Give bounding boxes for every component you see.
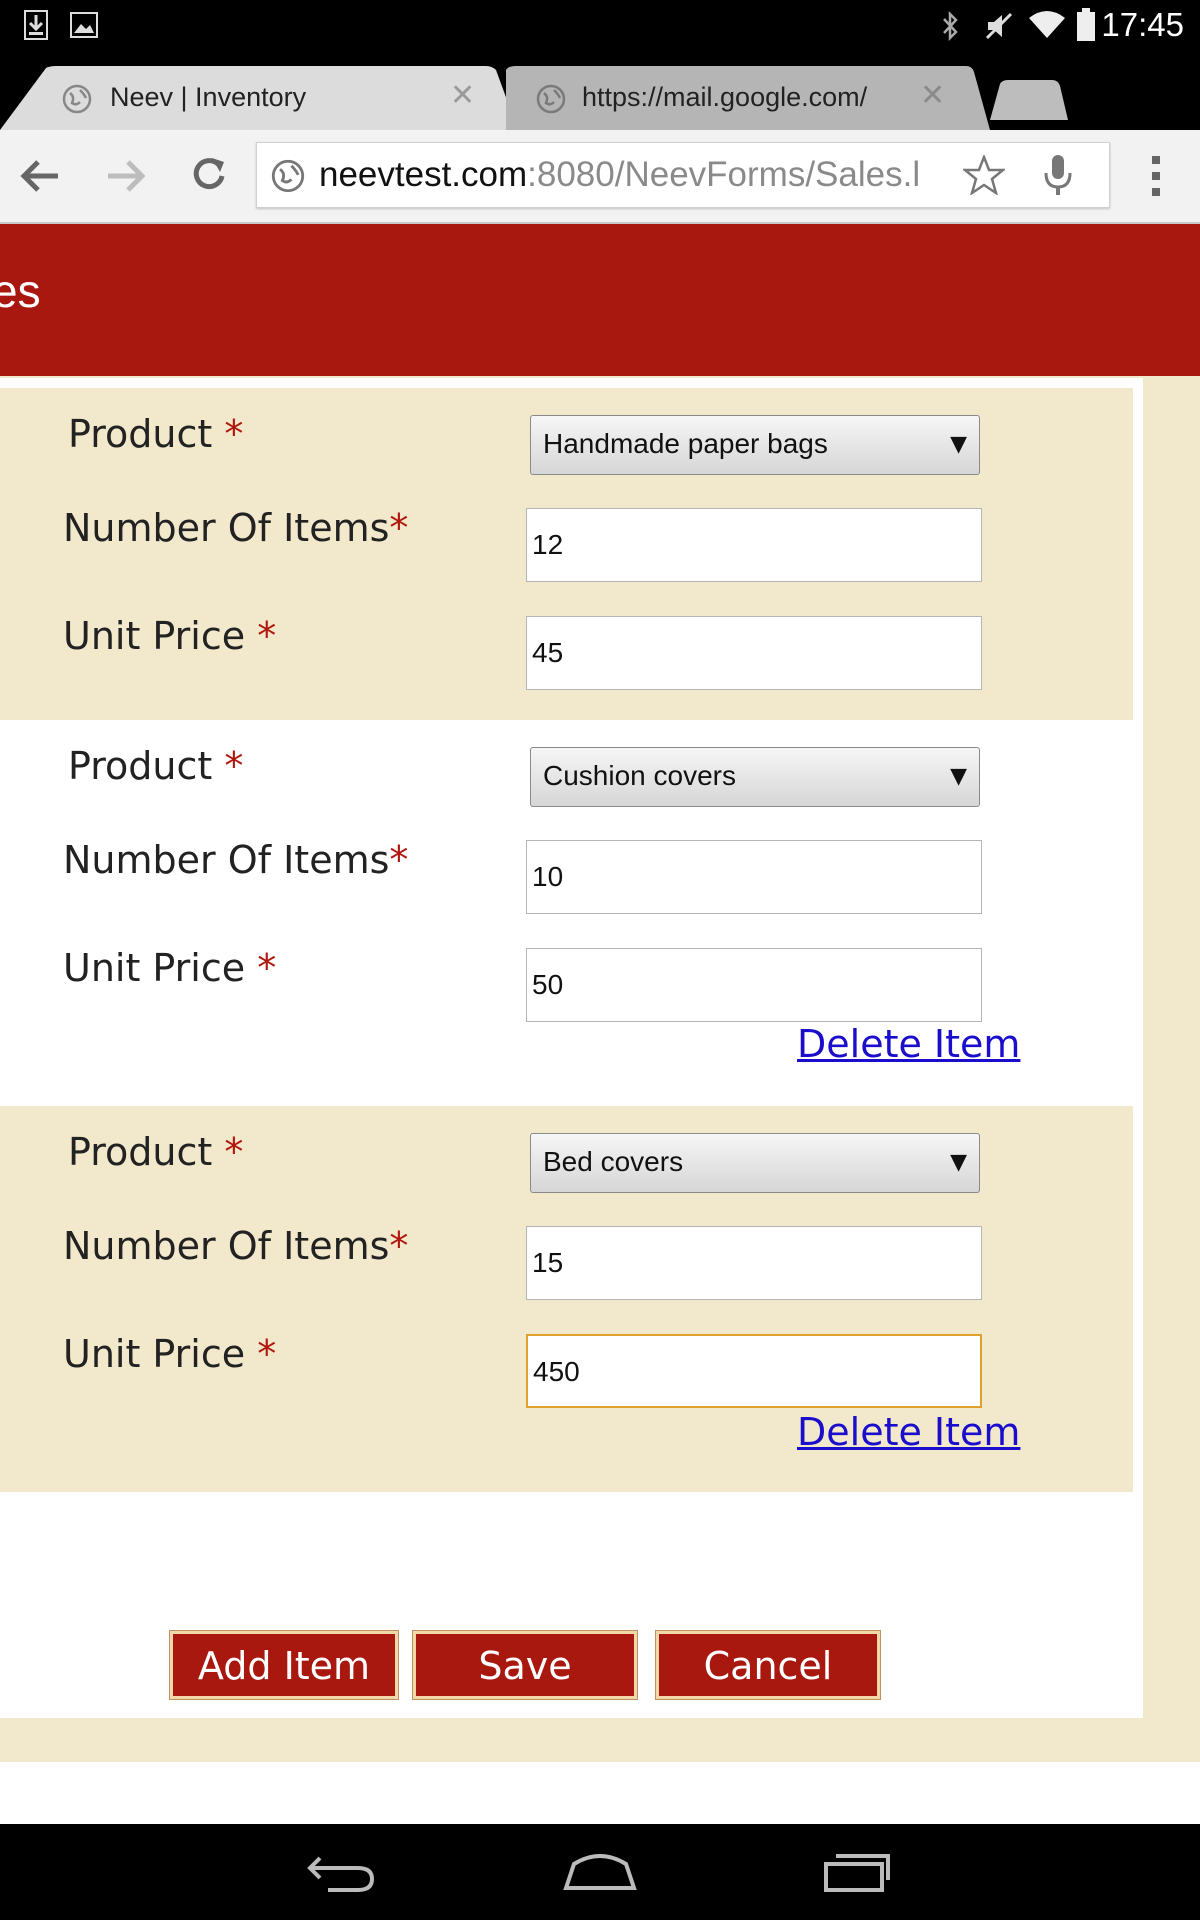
delete-item-link[interactable]: Delete Item bbox=[797, 1410, 1020, 1454]
download-icon bbox=[24, 10, 48, 40]
quantity-label: Number Of Items* bbox=[63, 506, 408, 550]
delete-item-link[interactable]: Delete Item bbox=[797, 1022, 1020, 1066]
dropdown-arrow-icon: ▼ bbox=[950, 1150, 967, 1175]
status-bar: 17:45 bbox=[0, 0, 1200, 52]
unit-price-label-text: Unit Price bbox=[63, 614, 258, 658]
quantity-value: 10 bbox=[532, 861, 564, 892]
required-mark: * bbox=[224, 412, 244, 456]
tab-title: https://mail.google.com/ bbox=[582, 82, 868, 112]
dropdown-arrow-icon: ▼ bbox=[950, 764, 967, 789]
globe-icon bbox=[62, 84, 92, 114]
mute-icon bbox=[985, 12, 1013, 40]
dropdown-arrow-icon: ▼ bbox=[950, 432, 967, 457]
line-item: Product * Bed covers ▼ Number Of Items* … bbox=[0, 1106, 1133, 1492]
product-label: Product * bbox=[68, 412, 243, 456]
quantity-label-text: Number Of Items bbox=[63, 1224, 390, 1268]
close-tab-icon[interactable]: ✕ bbox=[920, 78, 945, 113]
required-mark: * bbox=[224, 744, 244, 788]
line-item: Product * Handmade paper bags ▼ Number O… bbox=[0, 388, 1133, 720]
required-mark: * bbox=[389, 1224, 409, 1268]
page-header: es bbox=[0, 224, 1200, 376]
required-mark: * bbox=[389, 838, 409, 882]
required-mark: * bbox=[257, 1332, 277, 1376]
battery-icon bbox=[1077, 8, 1095, 41]
quantity-input[interactable]: 10 bbox=[526, 840, 982, 914]
line-item: Product * Cushion covers ▼ Number Of Ite… bbox=[0, 720, 1133, 1106]
quantity-label: Number Of Items* bbox=[63, 838, 408, 882]
microphone-icon[interactable] bbox=[1043, 155, 1073, 197]
quantity-label-text: Number Of Items bbox=[63, 506, 390, 550]
globe-icon bbox=[536, 84, 566, 114]
tab-inactive[interactable]: https://mail.google.com/ ✕ bbox=[506, 66, 992, 130]
url-path: :8080/NeevForms/Sales.l bbox=[527, 155, 921, 194]
cancel-button[interactable]: Cancel bbox=[655, 1630, 881, 1700]
quantity-input[interactable]: 12 bbox=[526, 508, 982, 582]
unit-price-input[interactable]: 50 bbox=[526, 948, 982, 1022]
product-select[interactable]: Handmade paper bags ▼ bbox=[530, 415, 980, 475]
required-mark: * bbox=[389, 506, 409, 550]
unit-price-input[interactable]: 45 bbox=[526, 616, 982, 690]
close-tab-icon[interactable]: ✕ bbox=[450, 78, 475, 113]
url-host: neevtest.com bbox=[319, 155, 528, 194]
recent-apps-icon[interactable] bbox=[822, 1850, 892, 1894]
tab-strip: Neev | Inventory ✕ https://mail.google.c… bbox=[0, 52, 1200, 130]
quantity-label-text: Number Of Items bbox=[63, 838, 390, 882]
product-select[interactable]: Bed covers ▼ bbox=[530, 1133, 980, 1193]
product-select-value: Bed covers bbox=[543, 1146, 684, 1177]
product-select-value: Cushion covers bbox=[543, 760, 736, 791]
unit-price-value: 450 bbox=[533, 1356, 580, 1387]
unit-price-label: Unit Price * bbox=[63, 1332, 276, 1376]
reload-icon[interactable] bbox=[190, 154, 230, 194]
product-label: Product * bbox=[68, 744, 243, 788]
unit-price-label-text: Unit Price bbox=[63, 1332, 258, 1376]
quantity-value: 12 bbox=[532, 529, 564, 560]
required-mark: * bbox=[224, 1130, 244, 1174]
clock: 17:45 bbox=[1101, 6, 1184, 43]
browser-toolbar: neevtest.com:8080/NeevForms/Sales.l bbox=[0, 130, 1200, 224]
quantity-input[interactable]: 15 bbox=[526, 1226, 982, 1300]
bluetooth-icon bbox=[943, 10, 958, 42]
product-select-value: Handmade paper bags bbox=[543, 428, 828, 459]
address-bar[interactable]: neevtest.com:8080/NeevForms/Sales.l bbox=[256, 142, 1110, 208]
unit-price-value: 45 bbox=[532, 637, 564, 668]
back-arrow-icon[interactable] bbox=[18, 156, 62, 196]
new-tab-button[interactable] bbox=[988, 80, 1070, 120]
globe-icon bbox=[271, 159, 305, 193]
unit-price-label-text: Unit Price bbox=[63, 946, 258, 990]
tab-title: Neev | Inventory bbox=[110, 82, 307, 112]
url-text: neevtest.com:8080/NeevForms/Sales.l bbox=[319, 155, 959, 195]
save-button[interactable]: Save bbox=[412, 1630, 638, 1700]
star-icon[interactable] bbox=[963, 155, 1005, 195]
unit-price-label: Unit Price * bbox=[63, 946, 276, 990]
product-label-text: Product bbox=[68, 412, 225, 456]
back-nav-icon[interactable] bbox=[306, 1850, 376, 1894]
product-label-text: Product bbox=[68, 1130, 225, 1174]
menu-icon[interactable] bbox=[1148, 154, 1164, 198]
quantity-value: 15 bbox=[532, 1247, 564, 1278]
sales-form: Product * Handmade paper bags ▼ Number O… bbox=[0, 378, 1143, 1718]
add-item-button[interactable]: Add Item bbox=[169, 1630, 399, 1700]
tab-active[interactable]: Neev | Inventory ✕ bbox=[0, 66, 520, 130]
product-label: Product * bbox=[68, 1130, 243, 1174]
unit-price-label: Unit Price * bbox=[63, 614, 276, 658]
home-nav-icon[interactable] bbox=[562, 1846, 638, 1892]
product-label-text: Product bbox=[68, 744, 225, 788]
wifi-icon bbox=[1029, 11, 1065, 38]
product-select[interactable]: Cushion covers ▼ bbox=[530, 747, 980, 807]
unit-price-input[interactable]: 450 bbox=[526, 1334, 982, 1408]
required-mark: * bbox=[257, 614, 277, 658]
navigation-bar bbox=[0, 1824, 1200, 1920]
unit-price-value: 50 bbox=[532, 969, 564, 1000]
forward-arrow-icon[interactable] bbox=[104, 156, 148, 196]
required-mark: * bbox=[257, 946, 277, 990]
page-title: es bbox=[0, 265, 41, 317]
quantity-label: Number Of Items* bbox=[63, 1224, 408, 1268]
image-icon bbox=[70, 12, 98, 38]
